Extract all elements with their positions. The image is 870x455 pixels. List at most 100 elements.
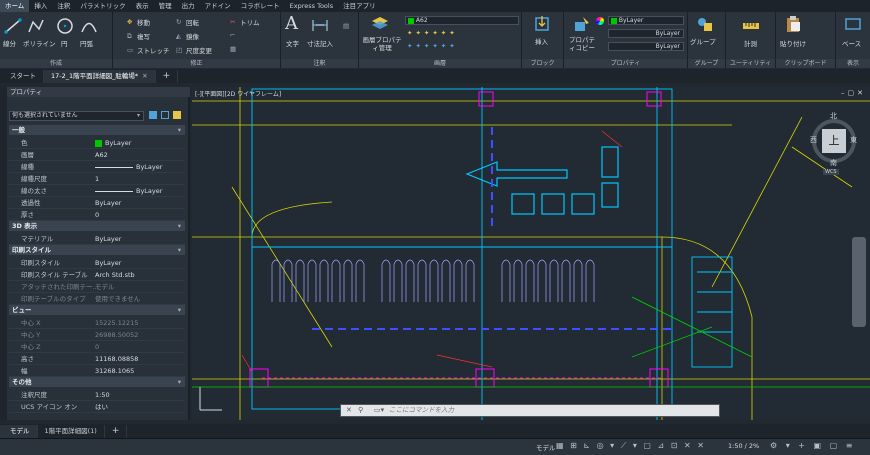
groups-panel-title[interactable]: グループ [688, 59, 725, 68]
move-button[interactable]: ✥ 移動 [127, 17, 150, 27]
layer-properties-button[interactable]: 画層プロパティ管理 [361, 36, 403, 52]
layers-panel-title[interactable]: 画層 [359, 59, 521, 68]
property-row[interactable]: 線種尺度 1 [9, 173, 185, 185]
polyline-button[interactable]: ポリライン [23, 38, 56, 48]
property-value[interactable]: 15225.12215 [95, 317, 138, 329]
property-value[interactable]: Arch Std.stb [95, 269, 135, 281]
utilities-panel-title[interactable]: ユーティリティ [726, 59, 775, 68]
dimension-icon[interactable] [311, 17, 329, 35]
new-tab-button[interactable]: + [156, 70, 179, 83]
property-row[interactable]: 線の太さ ByLayer [9, 185, 185, 197]
menu-item[interactable]: 管理 [154, 0, 177, 12]
property-row[interactable]: 印刷スタイル ByLayer [9, 257, 185, 269]
property-value[interactable]: ByLayer [95, 185, 162, 197]
menu-item[interactable]: ホーム [0, 0, 30, 12]
dimension-button[interactable]: 寸法記入 [307, 38, 333, 48]
match-properties-icon[interactable] [573, 15, 591, 33]
text-icon[interactable]: A [285, 15, 303, 33]
property-value[interactable]: モデル [95, 281, 115, 293]
menu-item[interactable]: 注目アプリ [338, 0, 381, 12]
section-view[interactable]: ビュー ▾ [9, 305, 185, 315]
viewcube[interactable]: 上 北 南 東 西 WCS [810, 112, 858, 177]
layer-dropdown[interactable]: A62 [405, 16, 519, 25]
menu-item[interactable]: アドイン [200, 0, 236, 12]
property-row[interactable]: 色 ByLayer [9, 137, 185, 149]
property-value[interactable]: ByLayer [95, 137, 131, 149]
section-general[interactable]: 一般 ▾ [9, 125, 185, 135]
add-layout-button[interactable]: + [105, 424, 128, 438]
base-button[interactable]: ベース [842, 38, 861, 48]
clipboard-panel-title[interactable]: クリップボード [776, 59, 835, 68]
measure-icon[interactable] [742, 17, 760, 35]
menu-item[interactable]: Express Tools [285, 0, 338, 12]
paste-icon[interactable] [784, 15, 802, 33]
insert-icon[interactable] [533, 15, 551, 33]
property-row[interactable]: 中心 X 15225.12215 [9, 317, 185, 329]
paste-button[interactable]: 貼り付け [780, 38, 806, 48]
property-row[interactable]: 高さ 11168.08858 [9, 353, 185, 365]
stretch-button[interactable]: ▭ ストレッチ [127, 45, 170, 55]
tab-layout1[interactable]: 1階平面詳細図(1) [38, 424, 105, 438]
chevron-down-icon[interactable]: ▾ [137, 112, 140, 119]
property-value[interactable]: ByLayer [95, 257, 121, 269]
compass-west[interactable]: 西 [810, 135, 817, 145]
linetype-dropdown[interactable]: ByLayer [608, 29, 684, 38]
palette-strip[interactable] [0, 87, 7, 420]
close-icon[interactable]: ✕ [142, 70, 147, 83]
menu-item[interactable]: 出力 [177, 0, 200, 12]
chevron-down-icon[interactable]: ▾ [178, 245, 181, 255]
property-row[interactable]: UCS アイコン オン はい [9, 401, 185, 413]
property-value[interactable]: 26988.50052 [95, 329, 138, 341]
property-row[interactable]: 中心 Z 0 [9, 341, 185, 353]
tab-drawing[interactable]: 17-2_1階平面詳細図_駐輪場* ✕ [44, 70, 156, 83]
property-value[interactable]: 0 [95, 209, 99, 221]
chevron-down-icon[interactable]: ▾ [178, 377, 181, 387]
property-value[interactable]: 1:50 [95, 389, 110, 401]
menu-item[interactable]: コラボレート [236, 0, 285, 12]
base-view-icon[interactable] [844, 15, 862, 33]
group-icon[interactable] [696, 15, 714, 33]
pickadd-icon[interactable] [173, 111, 181, 119]
menu-item[interactable]: パラメトリック [75, 0, 130, 12]
tab-start[interactable]: スタート [0, 70, 44, 83]
quick-select-icon[interactable] [149, 111, 157, 119]
viewport-label[interactable]: [-][平面図][2D ワイヤフレーム] [195, 89, 281, 98]
line-icon[interactable] [4, 17, 22, 35]
property-row[interactable]: 透過性 ByLayer [9, 197, 185, 209]
mirror-button[interactable]: ◭ 鏡像 [176, 31, 199, 41]
measure-button[interactable]: 計測 [744, 38, 757, 48]
command-search-icon[interactable]: ⚲ [358, 406, 363, 414]
chevron-down-icon[interactable]: ▾ [178, 221, 181, 231]
layer-properties-icon[interactable] [371, 15, 389, 33]
properties-panel-title[interactable]: プロパティ [564, 59, 687, 68]
selection-dropdown[interactable]: 何も選択されていません [9, 111, 144, 121]
menu-item[interactable]: 表示 [131, 0, 154, 12]
property-row[interactable]: 印刷テーブルのタイプ 使用できません [9, 293, 185, 305]
scale-button[interactable]: ◰ 尺度変更 [176, 45, 212, 55]
line-button[interactable]: 線分 [3, 38, 16, 48]
drawing-canvas[interactable]: [-][平面図][2D ワイヤフレーム] –▢✕ 上 北 南 東 西 WCS [192, 87, 870, 420]
navigation-bar[interactable] [852, 237, 866, 327]
cad-drawing[interactable] [192, 87, 870, 420]
property-row[interactable]: 印刷スタイル テーブル Arch Std.stb [9, 269, 185, 281]
block-panel-title[interactable]: ブロック [522, 59, 563, 68]
section-misc[interactable]: その他 ▾ [9, 377, 185, 387]
circle-icon[interactable] [56, 17, 74, 35]
copy-button[interactable]: ⧉ 複写 [127, 31, 150, 41]
property-value[interactable]: はい [95, 401, 108, 413]
section-plot[interactable]: 印刷スタイル ▾ [9, 245, 185, 255]
view-panel-title[interactable]: 表示 [836, 59, 870, 68]
layer-tools-row1[interactable]: ✦✦✦✦✦✦ [407, 29, 458, 37]
trim-button[interactable]: ✂ トリム [230, 17, 260, 27]
annotation-panel-title[interactable]: 注釈 [281, 59, 358, 68]
select-objects-icon[interactable] [161, 111, 169, 119]
command-input[interactable]: ここにコマンドを入力 [389, 406, 454, 414]
color-wheel-icon[interactable] [596, 17, 604, 25]
chevron-down-icon[interactable]: ▾ [178, 305, 181, 315]
status-tool-icons[interactable]: ▦ ⊞ ⊾ ◎ ▾ ⟋ ▾ ▢ ⊿ ⊡ ✕ ✕ [556, 441, 706, 451]
menu-item[interactable]: 挿入 [29, 0, 52, 12]
command-line[interactable]: ここにコマンドを入力 [340, 404, 720, 417]
command-close-icon[interactable]: ✕ [346, 406, 352, 414]
property-row[interactable]: マテリアル ByLayer [9, 233, 185, 245]
status-model-button[interactable]: モデル [536, 442, 556, 452]
